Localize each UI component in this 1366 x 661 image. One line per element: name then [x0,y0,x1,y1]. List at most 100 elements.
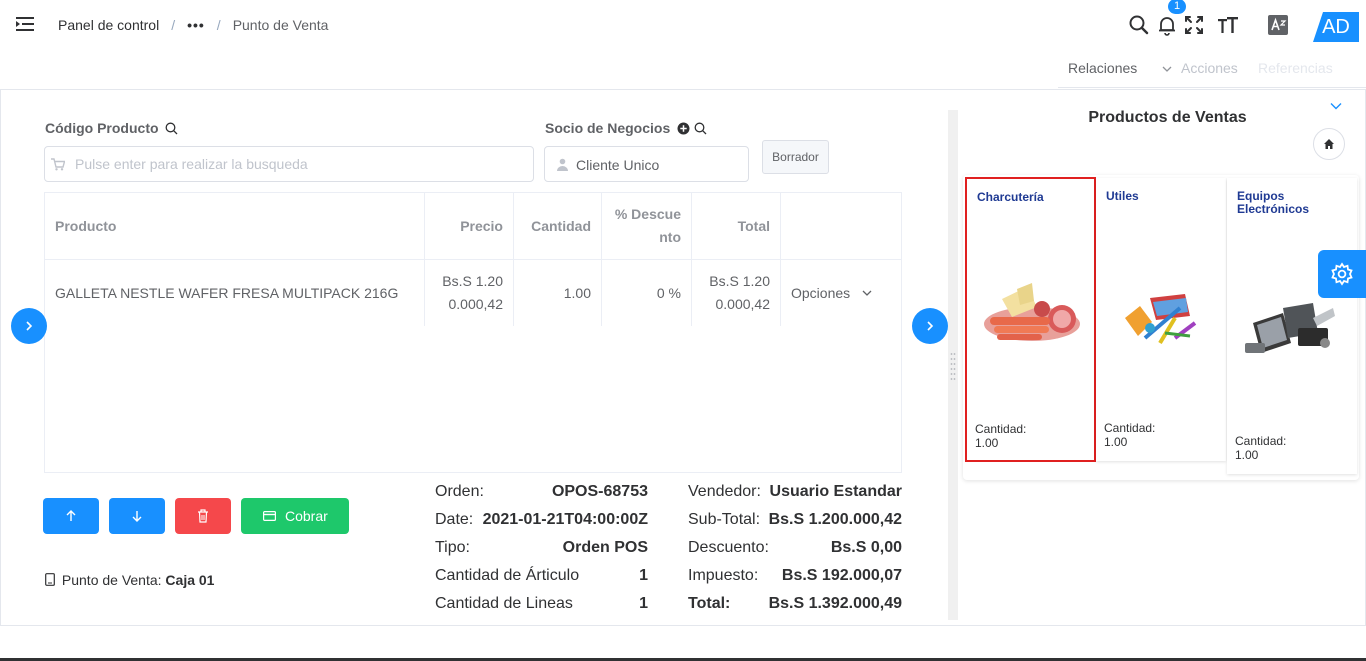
terminal-value: Caja 01 [165,572,215,588]
category-qty-label: Cantidad: [1235,434,1287,448]
column-header-descuento-line1: % Descue [614,206,681,222]
total-label: Total: [688,595,731,612]
arrow-down-icon [132,511,142,522]
chevron-right-icon [26,321,33,331]
deli-meats-image [984,283,1080,341]
breadcrumb-home[interactable]: Panel de control [58,17,159,33]
cant-articulo-label: Cantidad de Árticulo [435,567,580,584]
column-header-descuento-line2: nto [659,229,681,245]
breadcrumb-separator: / [171,17,176,33]
avatar-initials: AD [1322,16,1350,38]
date-label: Date: [435,511,474,528]
gear-icon [1331,262,1353,286]
tab-acciones[interactable]: Acciones [1181,60,1238,76]
cobrar-button[interactable]: Cobrar [241,498,349,534]
credit-card-icon [263,511,276,521]
search-icon[interactable] [1128,14,1150,36]
notification-badge: 1 [1168,0,1186,14]
translate-icon[interactable] [1267,14,1289,36]
draft-button[interactable]: Borrador [762,140,829,174]
expand-right-button[interactable] [912,308,948,344]
products-panel-title: Productos de Ventas [1088,109,1247,126]
category-card-equipos-electronicos[interactable]: Equipos Electrónicos Cantidad: 1.00 [1227,178,1357,474]
add-circle-icon[interactable] [677,122,690,135]
tipo-label: Tipo: [435,539,470,556]
category-qty: Cantidad: 1.00 [975,422,1026,450]
column-header-precio[interactable]: Precio [425,193,514,260]
descuento-value: Bs.S 0,00 [830,539,902,556]
partner-label-text: Socio de Negocios [545,120,671,136]
cell-total-line1: Bs.S 1.20 [709,273,770,289]
category-qty-label: Cantidad: [1104,421,1156,435]
product-search-field[interactable] [44,146,534,182]
delete-line-button[interactable] [175,498,231,534]
chevron-right-icon [927,321,934,331]
relations-tabs: Relaciones Acciones Referencias [1058,52,1366,88]
menu-fold-icon[interactable] [16,16,34,32]
settings-button[interactable] [1318,250,1366,298]
product-search-input[interactable] [75,147,525,181]
product-code-label-text: Código Producto [45,120,159,136]
breadcrumb-more[interactable]: ••• [187,17,205,33]
orden-value: OPOS-68753 [551,483,648,500]
breadcrumb: Panel de control / ••• / Punto de Venta [58,17,328,33]
home-icon [1324,139,1334,149]
category-card-utiles[interactable]: Utiles Cantidad: 1.00 [1096,178,1226,461]
terminal-info: Punto de Venta: Caja 01 [45,572,214,588]
order-lines-table: Producto Precio Cantidad % Descue nto To… [44,192,902,473]
chevron-down-icon [1162,66,1172,72]
cell-total-line2: 0.000,42 [715,296,771,312]
text-size-icon[interactable] [1217,14,1239,36]
breadcrumb-current: Punto de Venta [232,17,329,33]
total-value: Bs.S 1.392.000,49 [768,595,902,612]
search-icon[interactable] [694,122,707,135]
category-name: Utiles [1106,189,1139,203]
cell-cantidad[interactable]: 1.00 [514,260,602,326]
top-navbar: Panel de control / ••• / Punto de Venta … [0,0,1366,50]
cell-precio: Bs.S 1.20 0.000,42 [425,260,514,326]
partner-label: Socio de Negocios [545,120,707,136]
chevron-down-icon [862,290,872,296]
category-qty-value: 1.00 [1104,435,1128,449]
fullscreen-icon[interactable] [1183,14,1205,36]
cell-descuento[interactable]: 0 % [602,260,692,326]
cant-lineas-label: Cantidad de Lineas [435,595,573,612]
terminal-label: Punto de Venta: [61,572,162,588]
bell-icon[interactable] [1156,14,1178,36]
drag-handle-icon[interactable] [950,352,956,382]
category-card-charcuteria[interactable]: Charcutería Cantidad: 1.00 [965,177,1096,462]
electronics-image [1245,303,1335,353]
move-up-button[interactable] [43,498,99,534]
column-header-producto[interactable]: Producto [45,193,425,260]
product-code-label: Código Producto [45,120,178,136]
partner-select[interactable]: Cliente Unico [544,146,749,182]
search-icon[interactable] [165,122,178,135]
move-down-button[interactable] [109,498,165,534]
date-value: 2021-01-21T04:00:00Z [482,511,648,528]
category-name: Charcutería [977,190,1044,204]
column-header-cantidad[interactable]: Cantidad [514,193,602,260]
vendedor-value: Usuario Estandar [769,483,902,500]
impuesto-value: Bs.S 192.000,07 [781,567,902,584]
category-qty-value: 1.00 [1235,448,1259,462]
row-options-dropdown[interactable]: Opciones [781,260,901,326]
collapse-left-button[interactable] [11,308,47,344]
column-header-total[interactable]: Total [692,193,781,260]
cell-precio-line1: Bs.S 1.20 [442,273,503,289]
tab-referencias[interactable]: Referencias [1258,60,1333,76]
impuesto-label: Impuesto: [688,567,759,584]
column-header-descuento[interactable]: % Descue nto [602,193,692,260]
tipo-value: Orden POS [562,539,648,556]
descuento-label: Descuento: [688,539,769,556]
user-icon [557,158,568,171]
chevron-down-icon[interactable] [1330,102,1342,110]
orden-label: Orden: [435,483,484,500]
cell-total: Bs.S 1.20 0.000,42 [692,260,781,326]
category-qty-value: 1.00 [975,436,999,450]
cant-articulo-value: 1 [639,567,648,584]
home-button[interactable] [1313,128,1345,160]
row-options-label: Opciones [791,284,851,301]
product-categories: Charcutería Cantidad: 1.00 Utiles Cantid… [963,175,1359,480]
category-qty-label: Cantidad: [975,422,1027,436]
tab-relaciones[interactable]: Relaciones [1068,60,1137,76]
